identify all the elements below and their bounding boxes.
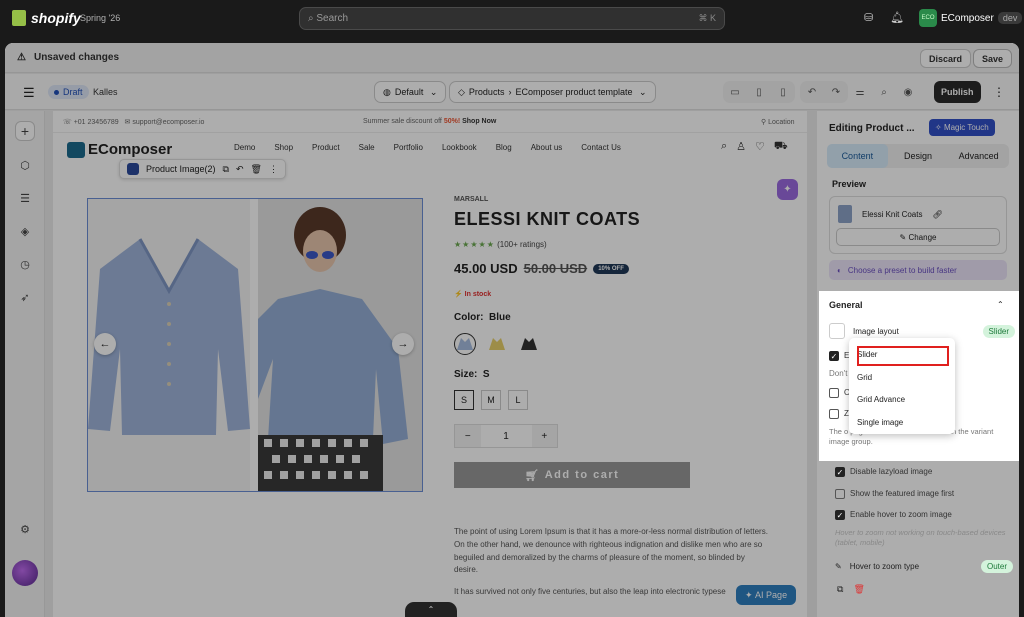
season-label: Spring '26 [80,13,121,23]
zoom-type-row[interactable]: ✎ Hover to zoom type Outer [835,560,1013,573]
pencil-icon: ✎ [835,562,842,571]
app-name: shopify [31,10,81,26]
store-switcher[interactable]: ECO EComposer dev [919,9,1023,27]
checkbox-icon[interactable] [829,409,839,419]
checkbox-checked-icon[interactable]: ✓ [829,351,839,361]
checkbox-icon[interactable] [835,489,845,499]
top-bar: shopify Spring '26 ⌕ Search ⌘ K ⛁ 🔔︎ ECO… [0,0,1024,38]
dropdown-option-grid[interactable]: Grid [857,373,872,382]
editor-frame: ⚠ Unsaved changes Discard Save ☰ Draft K… [5,43,1019,617]
chevron-up-icon: ⌃ [427,605,435,614]
checkbox-checked-icon[interactable]: ✓ [835,510,845,520]
bottom-drawer-handle[interactable]: ⌃ [405,602,457,617]
zoom-type-value: Outer [980,560,1013,573]
zoom-type-label: Hover to zoom type [849,562,920,571]
search-icon: ⌕ [308,13,317,24]
featured-option[interactable]: Show the featured image first [835,489,954,499]
option-row-2[interactable]: O [829,388,850,398]
hover-zoom-label: Enable hover to zoom image [850,510,952,520]
image-layout-value: Slider [982,324,1015,338]
shopify-bag-icon [12,10,26,26]
lazyload-label: Disable lazyload image [850,467,933,477]
delete-icon[interactable]: 🗑︎ [853,584,864,595]
search-input[interactable]: ⌕ Search ⌘ K [299,7,725,30]
search-shortcut: ⌘ K [698,13,716,23]
layout-icon [829,323,845,339]
store-avatar: ECO [919,9,937,27]
checkbox-icon[interactable] [829,388,839,398]
featured-label: Show the featured image first [850,489,955,499]
lazyload-option[interactable]: ✓ Disable lazyload image [835,467,932,477]
dropdown-option-grid-advance[interactable]: Grid Advance [857,395,905,404]
copy-icon[interactable]: ⧉ [837,584,843,595]
search-placeholder: Search [316,13,349,24]
store-env-badge: dev [997,12,1023,24]
hover-zoom-note: Hover to zoom not working on touch-based… [835,528,1006,548]
option-row-3[interactable]: Z [829,409,849,419]
dropdown-option-single-image[interactable]: Single image [857,418,903,427]
option-row-1[interactable]: ✓ E [829,351,849,361]
chevron-up-icon[interactable]: ⌃ [997,300,1004,309]
database-icon[interactable]: ⛁ [864,11,873,24]
store-name: EComposer [941,12,994,24]
hover-zoom-option[interactable]: ✓ Enable hover to zoom image [835,510,952,520]
bell-icon[interactable]: 🔔︎ [890,11,904,24]
shopify-logo[interactable]: shopify [12,10,81,26]
option-row-1-note: Don't [829,369,848,378]
image-layout-label: Image layout [853,326,899,336]
selection-highlight [857,346,949,366]
general-heading: General [829,300,863,310]
checkbox-checked-icon[interactable]: ✓ [835,467,845,477]
